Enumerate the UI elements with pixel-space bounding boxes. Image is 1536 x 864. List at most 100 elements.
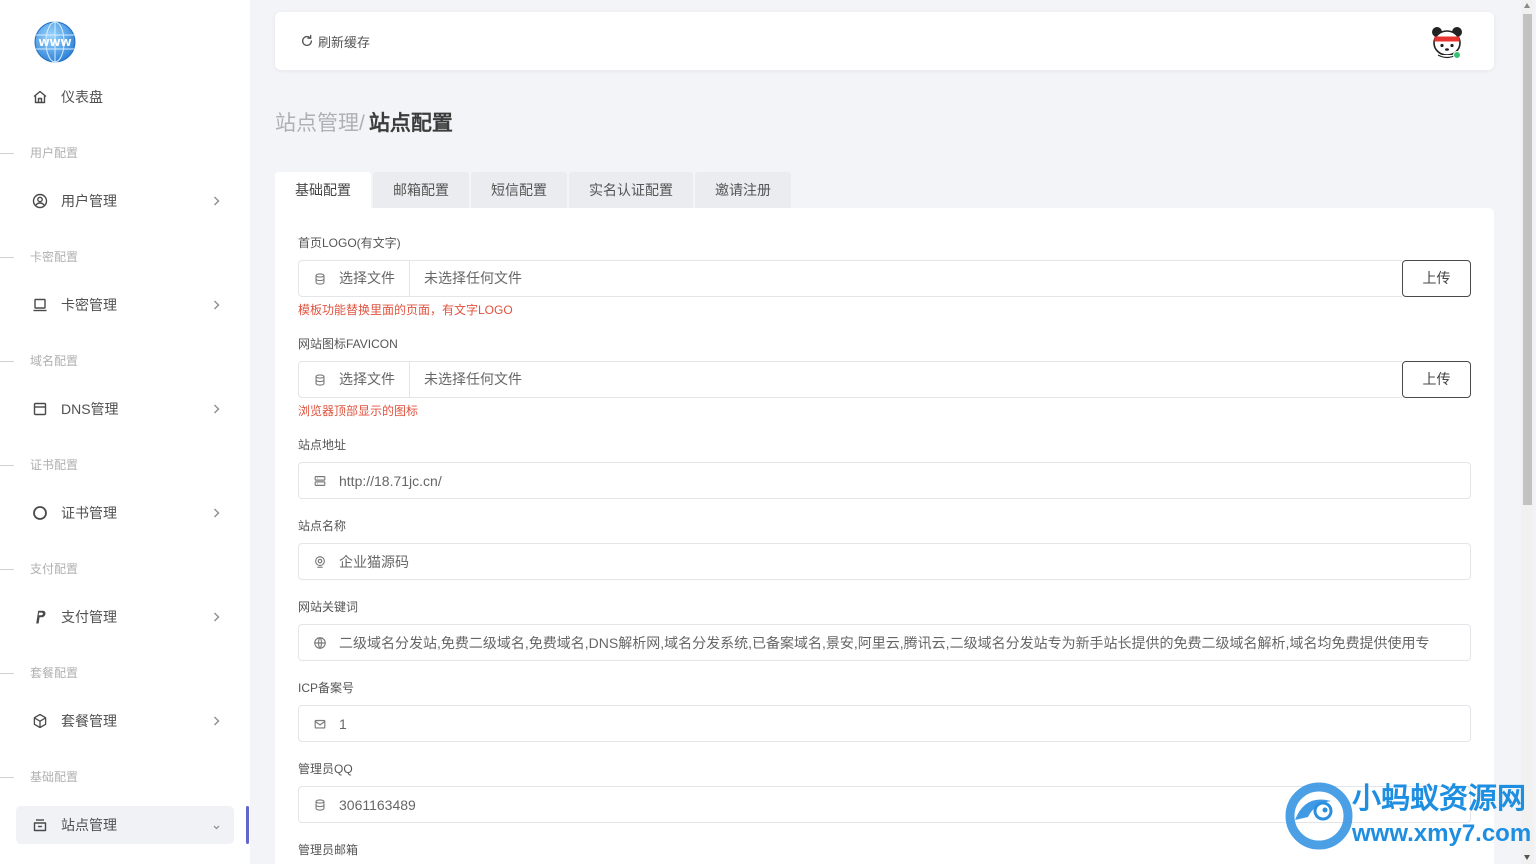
sidebar: WWW 仪表盘 用户配置 用户管理 卡密配置 卡密管理 域名配置 DNS管理 证… [0, 0, 250, 864]
section-title: 卡密配置 [30, 250, 79, 264]
webcam-icon [313, 555, 327, 569]
chevron-right-icon [210, 193, 222, 209]
tab-sms-config[interactable]: 短信配置 [471, 172, 567, 208]
keywords-input[interactable] [339, 625, 1458, 660]
sidebar-item-label: 卡密管理 [61, 297, 117, 313]
chevron-right-icon [210, 401, 222, 417]
logo-file-input: 选择文件 未选择任何文件 上传 [298, 260, 1471, 297]
sidebar-section-user-config: 用户配置 [0, 143, 250, 163]
mail-icon [313, 717, 327, 731]
sidebar-item-label: 支付管理 [61, 609, 117, 625]
archive-icon [32, 817, 48, 833]
sidebar-section-payment-config: 支付配置 [0, 559, 250, 579]
upload-button[interactable]: 上传 [1402, 361, 1471, 398]
sidebar-item-user-management[interactable]: 用户管理 [16, 182, 234, 220]
section-divider [0, 673, 14, 674]
choose-file-button[interactable]: 选择文件 [298, 260, 410, 297]
field-favicon: 网站图标FAVICON 选择文件 未选择任何文件 上传 浏览器顶部显示的图标 [298, 336, 1471, 418]
chevron-right-icon [210, 505, 222, 521]
file-name-display[interactable]: 未选择任何文件 [410, 260, 1402, 297]
logo-text: WWW [38, 38, 71, 49]
site-url-input[interactable] [339, 463, 1458, 498]
sidebar-section-plan-config: 套餐配置 [0, 663, 250, 683]
package-icon [32, 713, 48, 729]
site-url-input-group [298, 462, 1471, 499]
watermark-url: www.xmy7.com [1352, 820, 1532, 847]
globe-www-logo: WWW [34, 21, 76, 63]
sidebar-item-site-management[interactable]: 站点管理 [16, 806, 249, 844]
sidebar-item-label: 套餐管理 [61, 713, 117, 729]
database-icon [313, 272, 327, 286]
sidebar-item-label: 用户管理 [61, 193, 117, 209]
tab-basic-config[interactable]: 基础配置 [275, 172, 371, 208]
refresh-cache-button[interactable]: 刷新缓存 [300, 32, 370, 50]
site-name-input[interactable] [339, 544, 1458, 579]
sidebar-nav: 仪表盘 用户配置 用户管理 卡密配置 卡密管理 域名配置 DNS管理 证书配置 … [0, 78, 250, 844]
window-icon [32, 401, 48, 417]
server-icon [313, 474, 327, 488]
chevron-right-icon [210, 297, 222, 313]
database-icon [313, 798, 327, 812]
upload-button[interactable]: 上传 [1402, 260, 1471, 297]
field-icp: ICP备案号 [298, 680, 1471, 742]
section-title: 套餐配置 [30, 666, 79, 680]
sidebar-item-card-management[interactable]: 卡密管理 [16, 286, 234, 324]
watermark-name: 小蚂蚁资源网 [1352, 783, 1527, 815]
sidebar-item-plan-management[interactable]: 套餐管理 [16, 702, 234, 740]
favicon-file-input: 选择文件 未选择任何文件 上传 [298, 361, 1471, 398]
chevron-right-icon [210, 609, 222, 625]
page-scrollbar[interactable] [1521, 0, 1534, 864]
section-divider [0, 153, 14, 154]
file-name-display[interactable]: 未选择任何文件 [410, 361, 1402, 398]
choose-file-button[interactable]: 选择文件 [298, 361, 410, 398]
help-text: 浏览器顶部显示的图标 [298, 404, 419, 418]
user-circle-icon [32, 193, 48, 209]
sidebar-item-label: 仪表盘 [61, 89, 103, 105]
watermark-logo-icon [1285, 782, 1353, 850]
site-logo[interactable]: WWW [33, 20, 77, 64]
circle-icon [32, 505, 48, 521]
online-status-dot [1453, 51, 1461, 59]
breadcrumb-parent[interactable]: 站点管理/ [275, 112, 365, 135]
tab-email-config[interactable]: 邮箱配置 [373, 172, 469, 208]
sidebar-item-payment-management[interactable]: 支付管理 [16, 598, 234, 636]
sidebar-item-dns-management[interactable]: DNS管理 [16, 390, 234, 428]
field-site-url: 站点地址 [298, 437, 1471, 499]
field-site-name: 站点名称 [298, 518, 1471, 580]
choose-file-label: 选择文件 [339, 270, 395, 286]
tab-invite-register[interactable]: 邀请注册 [695, 172, 791, 208]
page-title: 站点配置 [368, 112, 453, 135]
scrollbar-thumb[interactable] [1523, 14, 1532, 505]
breadcrumb: 站点管理/站点配置 [275, 110, 453, 138]
sidebar-item-label: DNS管理 [61, 401, 119, 417]
sidebar-item-label: 站点管理 [61, 817, 117, 833]
tab-realname-config[interactable]: 实名认证配置 [569, 172, 693, 208]
field-logo: 首页LOGO(有文字) 选择文件 未选择任何文件 上传 模板功能替换里面的页面，… [298, 235, 1471, 317]
sidebar-section-card-config: 卡密配置 [0, 247, 250, 267]
sidebar-item-dashboard[interactable]: 仪表盘 [16, 78, 234, 116]
paypal-icon [32, 609, 48, 625]
home-icon [32, 89, 48, 105]
config-tabs: 基础配置 邮箱配置 短信配置 实名认证配置 邀请注册 [275, 172, 793, 208]
section-title: 证书配置 [30, 458, 79, 472]
watermark: 小蚂蚁资源网 www.xmy7.com [1283, 776, 1533, 856]
icp-input[interactable] [339, 706, 1458, 741]
sidebar-section-domain-config: 域名配置 [0, 351, 250, 371]
section-title: 域名配置 [30, 354, 79, 368]
field-label: 网站关键词 [298, 600, 359, 614]
field-label: 网站图标FAVICON [298, 337, 398, 351]
field-label: 站点名称 [298, 519, 347, 533]
sidebar-item-label: 证书管理 [61, 505, 117, 521]
refresh-icon [300, 34, 314, 48]
choose-file-label: 选择文件 [339, 371, 395, 387]
sidebar-section-basic-config: 基础配置 [0, 767, 250, 787]
chevron-down-icon [210, 817, 222, 833]
sidebar-item-cert-management[interactable]: 证书管理 [16, 494, 234, 532]
field-label: ICP备案号 [298, 681, 355, 695]
laptop-icon [32, 297, 48, 313]
icp-input-group [298, 705, 1471, 742]
section-title: 用户配置 [30, 146, 79, 160]
scroll-up-arrow-icon[interactable] [1524, 3, 1530, 8]
section-divider [0, 361, 14, 362]
field-label: 站点地址 [298, 438, 347, 452]
